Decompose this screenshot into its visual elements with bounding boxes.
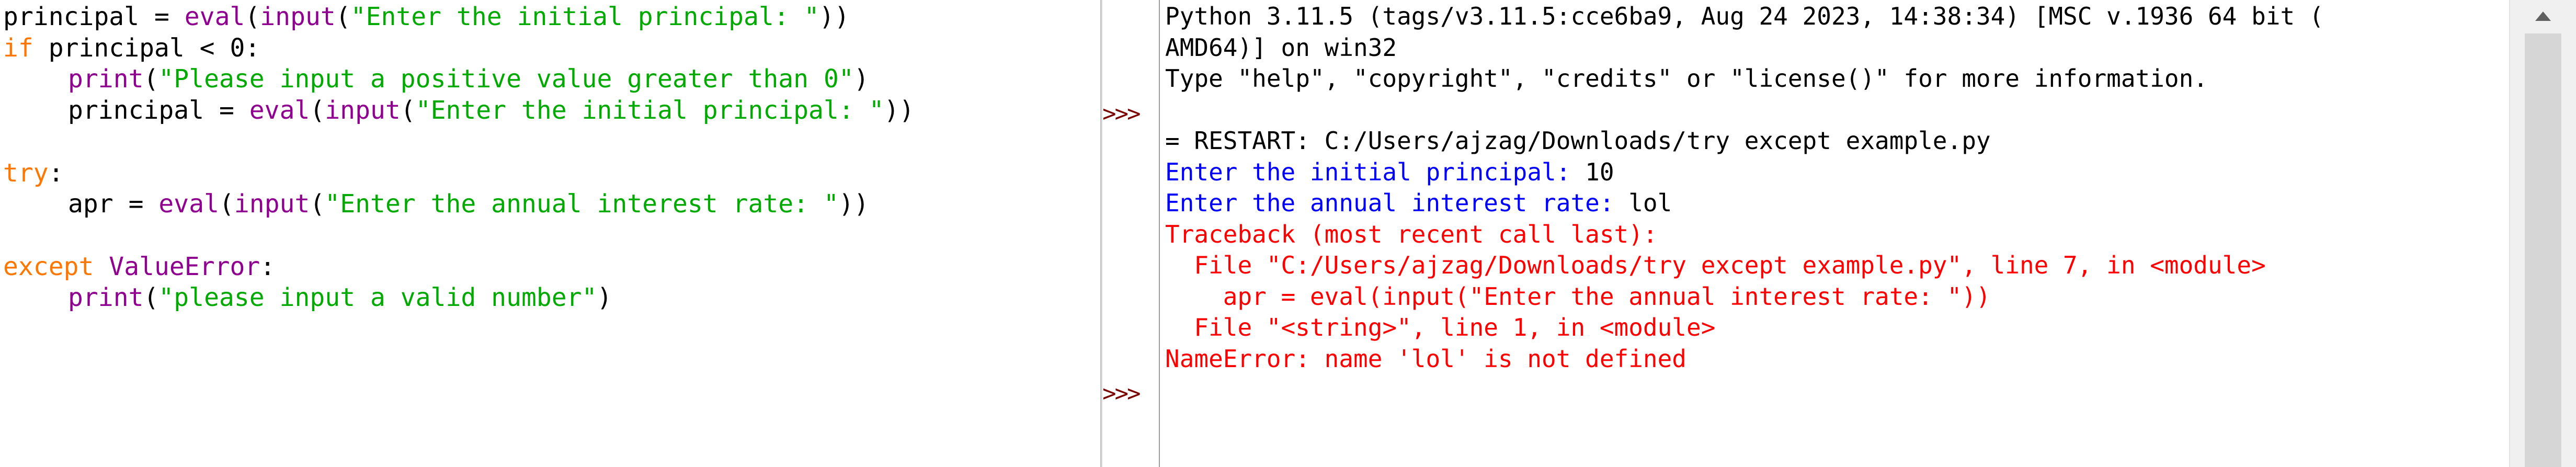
user-input-value: lol [1628,189,1672,217]
shell-line-text: NameError: name 'lol' is not defined [1165,344,1686,373]
shell-output-line: AMD64)] on win32 [1165,32,1397,63]
code-token: )) [884,96,915,126]
code-token: eval [184,2,245,31]
code-token: ( [335,2,351,31]
code-token: "Enter the initial principal: " [350,2,819,31]
code-token: ( [310,189,325,219]
triangle-up-icon [2535,12,2551,21]
traceback-line: File "C:/Users/ajzag/Downloads/try excep… [1165,250,2266,280]
shell-prompt: >>> [1102,380,1141,407]
code-token: print [68,64,144,94]
code-token: principal = [68,96,249,126]
shell-prompt: >>> [1102,100,1141,127]
shell-output-line: Type "help", "copyright", "credits" or "… [1165,63,2208,94]
shell-line-text: File "C:/Users/ajzag/Downloads/try excep… [1165,251,2266,279]
input-prompt-line: Enter the initial principal: 10 [1165,157,1614,187]
code-token: ( [143,64,159,94]
code-token: input [325,96,401,126]
code-token: "Enter the annual interest rate: " [325,189,839,219]
shell-line-text: File "<string>", line 1, in <module> [1165,313,1716,341]
python-shell[interactable]: >>> >>> Python 3.11.5 (tags/v3.11.5:cce6b… [1102,0,2509,467]
code-token: ) [853,64,869,94]
code-token: : [48,158,64,188]
code-line[interactable]: apr = eval(input("Enter the annual inter… [3,188,869,220]
code-token: except [3,252,94,281]
code-token: principal < 0: [33,33,260,63]
traceback-line: NameError: name 'lol' is not defined [1165,344,1686,374]
code-token: ( [400,96,416,126]
shell-line-text: Type "help", "copyright", "credits" or "… [1165,64,2208,93]
idle-window: principal = eval(input("Enter the initia… [0,0,2576,467]
vertical-scrollbar[interactable] [2509,0,2576,467]
shell-output-line: Python 3.11.5 (tags/v3.11.5:cce6ba9, Aug… [1165,1,2324,31]
code-line[interactable]: if principal < 0: [3,32,260,64]
shell-line-text: Enter the annual interest rate: [1165,189,1629,217]
code-line[interactable]: print("Please input a positive value gre… [3,63,869,95]
code-token: "Enter the initial principal: " [415,96,884,126]
prompt-gutter: >>> >>> [1102,0,1160,467]
code-editor[interactable]: principal = eval(input("Enter the initia… [0,0,1100,467]
shell-line-text: Enter the initial principal: [1165,157,1586,186]
code-line[interactable]: principal = eval(input("Enter the initia… [3,95,914,126]
code-token: apr = [68,189,159,219]
code-token: ValueError [109,252,260,281]
code-token: print [68,283,144,313]
code-line[interactable]: try: [3,157,64,189]
traceback-line: apr = eval(input("Enter the annual inter… [1165,281,1991,312]
code-token: if [3,33,33,63]
code-token: "Please input a positive value greater t… [158,64,854,94]
code-token: input [260,2,336,31]
code-line[interactable]: except ValueError: [3,251,275,282]
scroll-up-button[interactable] [2510,0,2576,32]
code-token: ( [245,2,260,31]
code-token: eval [158,189,219,219]
shell-line-text: Traceback (most recent call last): [1165,220,1658,248]
shell-line-text: Python 3.11.5 (tags/v3.11.5:cce6ba9, Aug… [1165,2,2324,30]
input-prompt-line: Enter the annual interest rate: lol [1165,188,1672,218]
code-token: ) [597,283,612,313]
shell-line-text: = RESTART: C:/Users/ajzag/Downloads/try … [1165,127,1991,155]
code-line[interactable]: print("please input a valid number") [3,282,612,313]
code-token: ( [143,283,159,313]
code-token: eval [249,96,310,126]
code-token: try [3,158,49,188]
code-token: : [260,252,276,281]
code-token: ( [310,96,325,126]
user-input-value: 10 [1585,157,1614,186]
code-token: ( [219,189,234,219]
shell-line-text: apr = eval(input("Enter the annual inter… [1165,282,1991,311]
shell-output-line: = RESTART: C:/Users/ajzag/Downloads/try … [1165,126,1991,156]
code-token: "please input a valid number" [158,283,597,313]
traceback-line: Traceback (most recent call last): [1165,219,1658,249]
code-token: input [234,189,310,219]
traceback-line: File "<string>", line 1, in <module> [1165,312,1715,343]
code-line[interactable]: principal = eval(input("Enter the initia… [3,1,849,32]
code-token: )) [819,2,850,31]
shell-line-text: AMD64)] on win32 [1165,33,1397,62]
scroll-thumb[interactable] [2525,33,2561,467]
code-token: )) [838,189,869,219]
code-token: principal = [3,2,185,31]
